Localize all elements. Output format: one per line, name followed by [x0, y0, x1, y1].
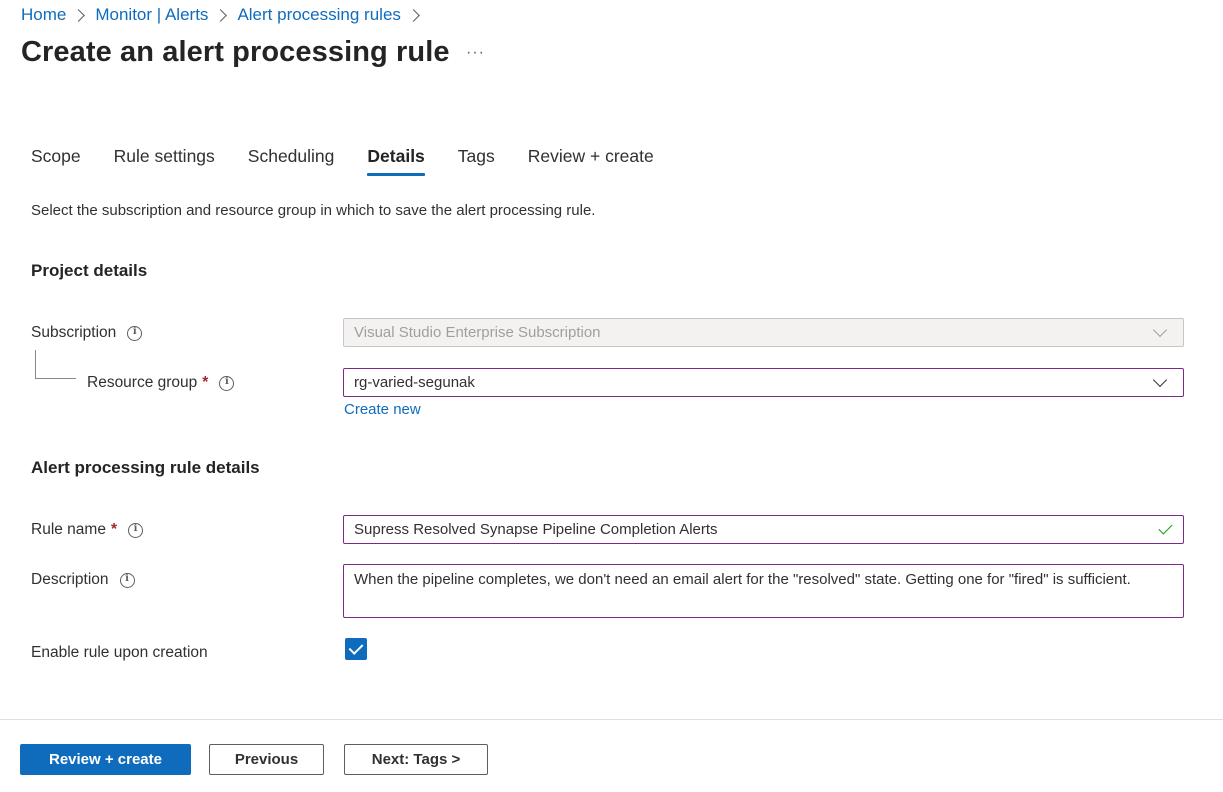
breadcrumb-monitor-alerts[interactable]: Monitor | Alerts — [95, 5, 208, 25]
chevron-down-icon — [1152, 372, 1168, 387]
rule-name-label-row: Rule name * — [31, 521, 144, 539]
resource-group-label: Resource group — [87, 374, 198, 391]
rule-details-heading: Alert processing rule details — [31, 458, 260, 477]
create-new-link[interactable]: Create new — [344, 401, 421, 418]
resource-group-dropdown[interactable]: rg-varied-segunak — [343, 368, 1184, 397]
info-icon[interactable] — [119, 572, 135, 588]
required-asterisk: * — [110, 521, 118, 538]
wizard-tabs: Scope Rule settings Scheduling Details T… — [31, 146, 687, 176]
chevron-down-icon — [1152, 322, 1168, 337]
create-alert-processing-rule-page: Home Monitor | Alerts Alert processing r… — [0, 0, 1223, 792]
resource-group-value: rg-varied-segunak — [354, 374, 475, 391]
enable-rule-checkbox[interactable] — [345, 638, 367, 660]
description-textarea[interactable]: When the pipeline completes, we don't ne… — [343, 564, 1184, 618]
subscription-value: Visual Studio Enterprise Subscription — [354, 324, 601, 341]
resource-group-label-row: Resource group * — [87, 374, 235, 392]
tab-review-create[interactable]: Review + create — [528, 146, 654, 176]
page-title: Create an alert processing rule — [21, 36, 450, 68]
breadcrumb: Home Monitor | Alerts Alert processing r… — [21, 5, 430, 25]
tab-rule-settings[interactable]: Rule settings — [114, 146, 215, 176]
required-asterisk: * — [202, 374, 209, 391]
chevron-right-icon — [72, 8, 86, 22]
rule-name-value: Supress Resolved Synapse Pipeline Comple… — [354, 521, 718, 538]
more-options-icon[interactable]: ··· — [466, 44, 485, 62]
description-label-row: Description — [31, 571, 135, 589]
info-icon[interactable] — [128, 522, 144, 538]
info-icon[interactable] — [219, 375, 235, 391]
tab-scheduling[interactable]: Scheduling — [248, 146, 335, 176]
previous-button[interactable]: Previous — [209, 744, 324, 775]
enable-rule-label: Enable rule upon creation — [31, 644, 208, 661]
footer-divider — [0, 719, 1223, 720]
subscription-label-row: Subscription — [31, 324, 143, 342]
next-tags-button[interactable]: Next: Tags > — [344, 744, 488, 775]
chevron-right-icon — [407, 8, 420, 22]
chevron-right-icon — [214, 8, 228, 22]
tab-tags[interactable]: Tags — [458, 146, 495, 176]
rule-name-label: Rule name — [31, 521, 106, 538]
subscription-dropdown: Visual Studio Enterprise Subscription — [343, 318, 1184, 347]
review-create-button[interactable]: Review + create — [20, 744, 191, 775]
rule-name-input[interactable]: Supress Resolved Synapse Pipeline Comple… — [343, 515, 1184, 544]
intro-text: Select the subscription and resource gro… — [31, 202, 596, 219]
tab-details[interactable]: Details — [367, 146, 426, 176]
breadcrumb-home[interactable]: Home — [21, 5, 66, 25]
breadcrumb-alert-processing-rules[interactable]: Alert processing rules — [237, 5, 400, 25]
description-label: Description — [31, 571, 109, 588]
info-icon[interactable] — [127, 325, 143, 341]
tab-scope[interactable]: Scope — [31, 146, 81, 176]
project-details-heading: Project details — [31, 261, 148, 280]
tree-connector — [35, 350, 76, 379]
subscription-label: Subscription — [31, 324, 117, 341]
